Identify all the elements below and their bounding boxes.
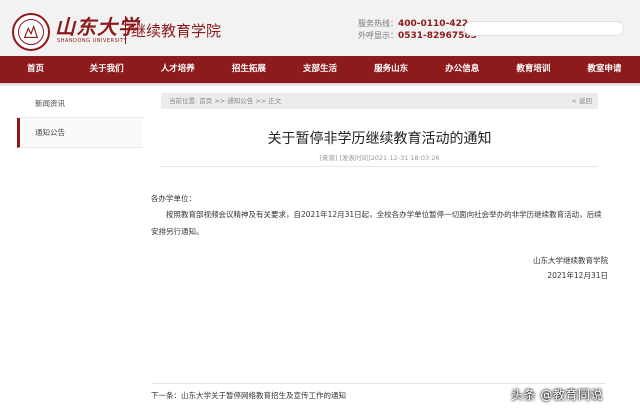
article-title: 关于暂停非学历继续教育活动的通知 bbox=[267, 131, 492, 147]
nav-item-office[interactable]: 办公信息 bbox=[427, 56, 498, 83]
article-body: 按照教育部视频会议精神及有关要求，自2021年12月31日起，全校各办学单位暂停… bbox=[151, 210, 602, 236]
service-hotline: 400-0110-422 bbox=[398, 19, 469, 29]
nav-item-home[interactable]: 首页 bbox=[0, 56, 71, 83]
nav-item-talent[interactable]: 人才培养 bbox=[142, 56, 213, 83]
sidebar-item-notices[interactable]: 通知公告 bbox=[17, 118, 143, 148]
article-signature: 山东大学继续教育学院 2021年12月31日 bbox=[533, 253, 608, 283]
nav-item-service[interactable]: 服务山东 bbox=[356, 56, 427, 83]
sidebar-item-news[interactable]: 新闻资讯 bbox=[17, 90, 143, 118]
meta-divider bbox=[161, 166, 598, 167]
search-input[interactable] bbox=[464, 21, 624, 36]
college-name[interactable]: 继续教育学院 bbox=[131, 20, 221, 41]
university-seal-icon bbox=[12, 13, 50, 51]
nav-item-classroom[interactable]: 教室申请 bbox=[569, 56, 640, 83]
contact-info: 服务热线：400-0110-422 外呼显示：0531-82967585 bbox=[358, 19, 477, 41]
signature-org: 山东大学继续教育学院 bbox=[533, 256, 608, 265]
nav-item-training[interactable]: 教育培训 bbox=[498, 56, 569, 83]
article-salutation: 各办学单位： bbox=[151, 194, 196, 203]
university-logo-text[interactable]: 山东大学 bbox=[55, 11, 139, 40]
breadcrumb: 当前位置: 首页 >> 通知公告 >> 正文 < 返回 bbox=[161, 93, 598, 109]
breadcrumb-text[interactable]: 当前位置: 首页 >> 通知公告 >> 正文 bbox=[169, 97, 281, 105]
university-logo-en: SHANDONG UNIVERSITY bbox=[57, 38, 128, 44]
footer-divider bbox=[151, 383, 606, 384]
main-nav: 首页 关于我们 人才培养 招生拓展 支部生活 服务山东 办公信息 教育培训 教室… bbox=[0, 56, 640, 83]
article-meta: [来源] [发表时间]2021-12-31 18:03:26 bbox=[319, 154, 440, 162]
nav-item-branch[interactable]: 支部生活 bbox=[284, 56, 355, 83]
nav-item-enrollment[interactable]: 招生拓展 bbox=[213, 56, 284, 83]
signature-date: 2021年12月31日 bbox=[547, 271, 608, 280]
site-header: 山东大学 SHANDONG UNIVERSITY 继续教育学院 服务热线：400… bbox=[0, 0, 640, 56]
sidebar: 新闻资讯 通知公告 bbox=[17, 90, 143, 148]
next-article-link[interactable]: 下一条：山东大学关于暂停网络教育招生及宣传工作的通知 bbox=[151, 390, 346, 401]
nav-item-about[interactable]: 关于我们 bbox=[71, 56, 142, 83]
back-link[interactable]: < 返回 bbox=[571, 93, 592, 109]
nav-shadow bbox=[0, 83, 640, 87]
logo-divider bbox=[125, 16, 126, 44]
toutiao-watermark: 头条 @教育同说 bbox=[511, 388, 603, 402]
